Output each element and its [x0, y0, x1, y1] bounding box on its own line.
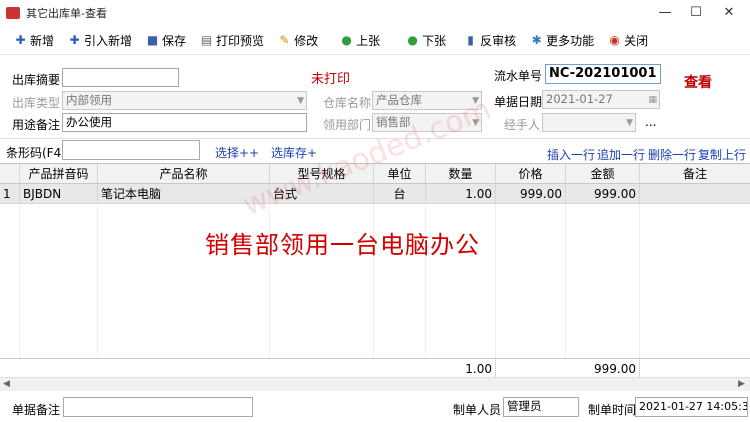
import-new-button[interactable]: ✚ 引入新增 — [64, 29, 136, 53]
previous-button[interactable]: ● 上张 — [336, 29, 384, 53]
edit-button[interactable]: ✎ 修改 — [274, 29, 322, 53]
print-status: 未打印 — [311, 72, 351, 87]
total-quantity: 1.00 — [426, 358, 496, 378]
column-header[interactable]: 金额 — [566, 164, 640, 184]
grid-divider — [639, 205, 640, 358]
delete-row-link[interactable]: 删除一行 — [648, 146, 696, 163]
handler-select[interactable]: ▼ — [542, 113, 636, 132]
annotation-text: 销售部领用一台电脑办公 — [205, 231, 480, 259]
toolbar: ✚ 新增 ✚ 引入新增 ■ 保存 ▤ 打印预览 ✎ 修改 ● 上张 ● 下张 ▮ 反审核 ✱ 更多… — [0, 27, 750, 55]
summary-input[interactable] — [62, 68, 179, 87]
title-bar: 其它出库单-查看 — ☐ ✕ — [0, 0, 750, 26]
purpose-label: 用途备注 — [12, 118, 61, 132]
remark-label: 单据备注 — [12, 403, 61, 417]
app-icon — [6, 7, 20, 19]
product-code-cell[interactable]: BJBDN — [20, 184, 98, 204]
form-header: 出库摘要 未打印 流水单号 NC-202101001 查看 出库类型 内部领用 ▼… — [0, 62, 750, 134]
document-icon: ▮ — [467, 33, 474, 47]
grid-divider — [19, 205, 20, 358]
scroll-left-icon[interactable]: ◀ — [3, 379, 10, 389]
select-more-link[interactable]: 选择++ — [215, 144, 259, 161]
select-stock-link[interactable]: 选库存+ — [271, 144, 317, 161]
purpose-input[interactable]: 办公使用 — [62, 113, 307, 132]
summary-label: 出库摘要 — [12, 73, 61, 87]
barcode-input[interactable] — [62, 140, 200, 160]
window-title: 其它出库单-查看 — [26, 7, 107, 20]
maximize-button[interactable]: ☐ — [681, 3, 711, 23]
maker-field[interactable]: 管理员 — [503, 397, 579, 417]
product-grid: 产品拼音码 产品名称 型号规格 单位 数量 价格 金额 备注 1 BJBDN 笔… — [0, 163, 750, 378]
maker-label: 制单人员 — [453, 403, 502, 417]
next-button[interactable]: ● 下张 — [402, 29, 450, 53]
amount-cell[interactable]: 999.00 — [566, 184, 640, 204]
column-header[interactable]: 价格 — [496, 164, 566, 184]
view-mode-label: 查看 — [684, 75, 712, 91]
grid-divider — [565, 205, 566, 358]
plus-icon: ✚ — [69, 33, 80, 47]
save-button[interactable]: ■ 保存 — [142, 29, 190, 53]
date-picker[interactable]: 2021-01-27 ▦ — [542, 90, 660, 109]
handler-more-button[interactable]: ... — [645, 115, 656, 129]
arrow-down-icon: ● — [407, 33, 418, 47]
total-amount: 999.00 — [566, 358, 640, 378]
row-number: 1 — [0, 184, 20, 204]
scroll-right-icon[interactable]: ▶ — [738, 379, 745, 389]
time-label: 制单时间 — [588, 403, 637, 417]
gear-icon: ✱ — [531, 33, 542, 47]
minimize-button[interactable]: — — [650, 3, 680, 23]
serial-number-field[interactable]: NC-202101001 — [545, 64, 661, 84]
close-button[interactable]: ◉ 关闭 — [604, 29, 652, 53]
footer-bar: 单据备注 制单人员 管理员 制单时间 2021-01-27 14:05:39 — [0, 392, 750, 422]
plus-icon: ✚ — [15, 33, 26, 47]
remark-input[interactable] — [63, 397, 253, 417]
unit-cell[interactable]: 台 — [374, 184, 426, 204]
new-button[interactable]: ✚ 新增 — [10, 29, 58, 53]
chevron-down-icon: ▼ — [626, 118, 633, 128]
printer-icon: ▤ — [200, 33, 213, 47]
chevron-down-icon: ▼ — [297, 96, 304, 106]
type-label: 出库类型 — [12, 96, 61, 110]
calendar-icon: ▦ — [648, 95, 657, 105]
column-header[interactable]: 产品拼音码 — [20, 164, 98, 184]
pencil-icon: ✎ — [279, 33, 290, 47]
insert-row-link[interactable]: 插入一行 — [547, 146, 595, 163]
save-icon: ■ — [146, 33, 159, 47]
grid-divider — [495, 205, 496, 358]
serial-label: 流水单号 — [494, 69, 543, 83]
time-field[interactable]: 2021-01-27 14:05:39 — [635, 397, 748, 417]
footer-divider — [0, 358, 750, 359]
dept-label: 领用部门 — [323, 118, 372, 132]
print-preview-button[interactable]: ▤ 打印预览 — [196, 29, 268, 53]
barcode-label: 条形码(F4) — [6, 146, 66, 160]
close-window-button[interactable]: ✕ — [714, 3, 744, 23]
column-header[interactable]: 产品名称 — [98, 164, 270, 184]
copy-row-link[interactable]: 复制上行 — [698, 146, 746, 163]
type-select[interactable]: 内部领用 ▼ — [62, 91, 307, 110]
more-functions-button[interactable]: ✱ 更多功能 — [526, 29, 598, 53]
close-icon: ◉ — [609, 33, 620, 47]
append-row-link[interactable]: 追加一行 — [597, 146, 645, 163]
column-header[interactable]: 备注 — [640, 164, 750, 184]
unapprove-button[interactable]: ▮ 反审核 — [460, 29, 520, 53]
warehouse-label: 仓库名称 — [323, 96, 372, 110]
column-header[interactable]: 数量 — [426, 164, 496, 184]
note-cell[interactable] — [640, 184, 750, 204]
quantity-cell[interactable]: 1.00 — [426, 184, 496, 204]
handler-label: 经手人 — [504, 118, 541, 132]
row-number-header — [0, 164, 20, 184]
arrow-up-icon: ● — [341, 33, 352, 47]
grid-divider — [97, 205, 98, 358]
date-label: 单据日期 — [494, 95, 543, 109]
horizontal-scrollbar[interactable]: ◀ ▶ — [0, 377, 750, 391]
price-cell[interactable]: 999.00 — [496, 184, 566, 204]
